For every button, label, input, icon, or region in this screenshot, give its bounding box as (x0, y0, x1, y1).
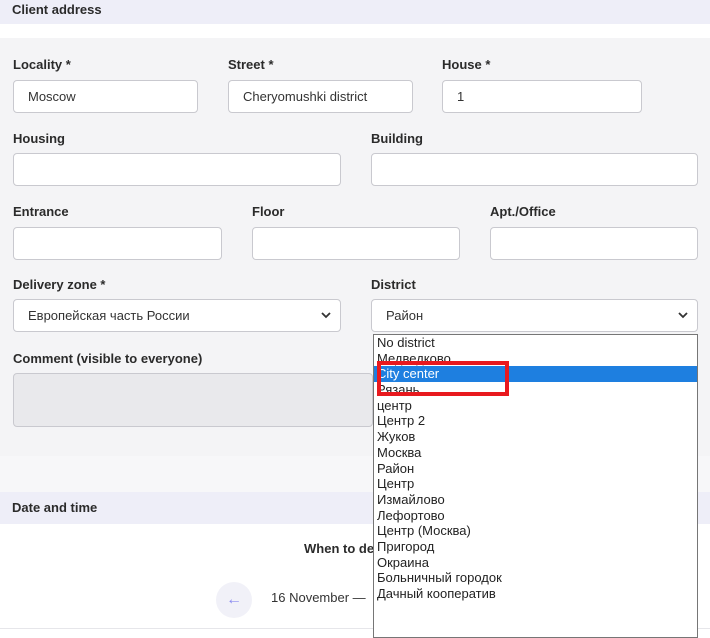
district-dropdown-list[interactable]: No district Медведково City center Рязан… (373, 334, 698, 638)
district-option-selected[interactable]: City center (374, 366, 697, 383)
district-option[interactable]: Больничный городок (374, 570, 697, 586)
floor-input[interactable] (252, 227, 460, 260)
district-option[interactable]: Центр (374, 476, 697, 492)
district-option[interactable]: центр (374, 398, 697, 414)
district-option[interactable]: Рязань (374, 382, 697, 398)
chevron-down-icon (321, 312, 331, 319)
chevron-down-icon (678, 312, 688, 319)
date-range-text: 16 November — (271, 590, 366, 605)
housing-input[interactable] (13, 153, 341, 186)
district-option[interactable]: Центр (Москва) (374, 523, 697, 539)
house-input[interactable] (442, 80, 642, 113)
building-label: Building (371, 131, 423, 146)
section-spacer (0, 24, 710, 38)
prev-date-button[interactable]: ← (216, 582, 252, 618)
district-option[interactable]: Москва (374, 445, 697, 461)
district-value: Район (386, 308, 424, 323)
delivery-zone-label: Delivery zone * (13, 277, 106, 292)
apt-office-input[interactable] (490, 227, 698, 260)
delivery-zone-select[interactable]: Европейская часть России (13, 299, 341, 332)
arrow-left-icon: ← (226, 591, 242, 608)
locality-label: Locality * (13, 57, 71, 72)
floor-label: Floor (252, 204, 285, 219)
street-label: Street * (228, 57, 274, 72)
house-label: House * (442, 57, 491, 72)
housing-label: Housing (13, 131, 65, 146)
district-option[interactable]: Центр 2 (374, 413, 697, 429)
comment-textarea[interactable] (13, 373, 373, 427)
district-option[interactable]: Лефортово (374, 508, 697, 524)
district-option[interactable]: Измайлово (374, 492, 697, 508)
apt-office-label: Apt./Office (490, 204, 556, 219)
district-label: District (371, 277, 416, 292)
district-option[interactable]: Район (374, 461, 697, 477)
entrance-input[interactable] (13, 227, 222, 260)
street-input[interactable] (228, 80, 413, 113)
district-select[interactable]: Район (371, 299, 698, 332)
district-option[interactable]: Дачный кооператив (374, 586, 697, 602)
locality-input[interactable] (13, 80, 198, 113)
delivery-zone-value: Европейская часть России (28, 308, 190, 323)
client-address-header: Client address (0, 0, 710, 24)
building-input[interactable] (371, 153, 698, 186)
entrance-label: Entrance (13, 204, 69, 219)
district-option[interactable]: No district (374, 335, 697, 351)
district-option[interactable]: Медведково (374, 351, 697, 367)
when-to-deliver-label: When to de (304, 541, 375, 556)
district-option[interactable]: Пригород (374, 539, 697, 555)
district-option[interactable]: Окраина (374, 555, 697, 571)
district-option[interactable]: Жуков (374, 429, 697, 445)
comment-label: Comment (visible to everyone) (13, 351, 203, 366)
